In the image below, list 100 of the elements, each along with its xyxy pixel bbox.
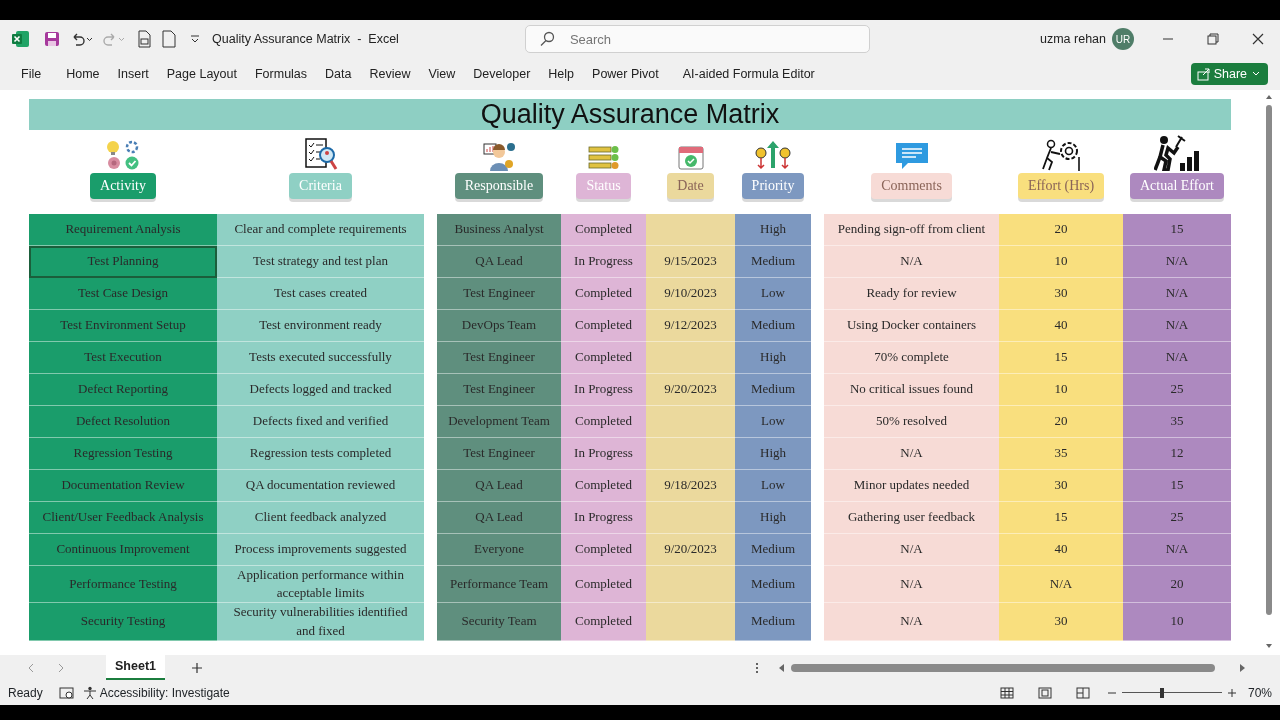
status-cell: Completed — [561, 603, 646, 641]
person-gear-icon — [1041, 139, 1081, 171]
horizontal-scrollbar[interactable] — [777, 661, 1247, 674]
ribbon-tab[interactable]: View — [419, 64, 465, 84]
effort-cell: 30 — [999, 470, 1123, 502]
window-title: Quality Assurance Matrix - Excel — [212, 30, 399, 48]
more-options-icon[interactable] — [755, 661, 759, 674]
zoom-level[interactable]: 70% — [1247, 683, 1272, 702]
criteria-cell: Test strategy and test plan — [217, 246, 424, 278]
comment-cell: N/A — [824, 566, 999, 604]
spreadsheet-app-icon[interactable] — [12, 30, 30, 48]
activity-cell[interactable]: Client/User Feedback Analysis — [29, 502, 217, 534]
idea-gears-icon — [105, 139, 141, 171]
ribbon-tab[interactable]: Review — [360, 64, 420, 84]
responsible-cell: QA Lead — [437, 502, 561, 534]
ribbon-tab[interactable]: Page Layout — [157, 64, 246, 84]
search-icon — [538, 31, 555, 47]
normal-view-icon[interactable] — [999, 686, 1014, 699]
ribbon-tab[interactable]: Help — [539, 64, 584, 84]
customize-caret-icon[interactable] — [190, 34, 200, 44]
ribbon-tab[interactable]: Power Pivot — [583, 64, 668, 84]
new-document-icon[interactable] — [162, 30, 176, 48]
date-cell: 9/12/2023 — [646, 310, 735, 342]
add-sheet-icon[interactable] — [191, 661, 203, 674]
ribbon-tab[interactable]: Developer — [464, 64, 540, 84]
print-preview-icon[interactable] — [136, 30, 152, 48]
priority-cell: Medium — [735, 603, 811, 641]
criteria-cell: Test environment ready — [217, 310, 424, 342]
activity-cell[interactable]: Test Execution — [29, 342, 217, 374]
activity-cell[interactable]: Test Environment Setup — [29, 310, 217, 342]
date-cell: 9/18/2023 — [646, 470, 735, 502]
ribbon-tab[interactable]: File — [12, 64, 58, 84]
person-chart-icon — [482, 141, 516, 171]
save-icon[interactable] — [44, 31, 60, 47]
priority-cell: Medium — [735, 374, 811, 406]
actual-effort-cell: N/A — [1123, 278, 1231, 310]
status-cell: Completed — [561, 278, 646, 310]
restore-icon[interactable] — [1207, 33, 1219, 45]
zoom-in-icon[interactable] — [1227, 688, 1236, 697]
status-cell: Completed — [561, 310, 646, 342]
page-layout-view-icon[interactable] — [1037, 686, 1052, 699]
criteria-cell: Defects fixed and verified — [217, 406, 424, 438]
activity-cell[interactable]: Performance Testing — [29, 566, 217, 604]
status-cell: Completed — [561, 566, 646, 604]
effort-cell: N/A — [999, 566, 1123, 604]
actual-effort-cell: N/A — [1123, 310, 1231, 342]
responsible-cell: DevOps Team — [437, 310, 561, 342]
responsible-cell: Business Analyst — [437, 214, 561, 246]
priority-cell: Low — [735, 406, 811, 438]
column-header: Actual Effort — [1130, 173, 1224, 199]
responsible-cell: Development Team — [437, 406, 561, 438]
status-cell: In Progress — [561, 438, 646, 470]
macro-record-icon[interactable] — [58, 685, 75, 700]
zoom-slider[interactable] — [1121, 686, 1222, 699]
activity-cell[interactable]: Test Case Design — [29, 278, 217, 310]
comment-cell: N/A — [824, 603, 999, 641]
activity-cell[interactable]: Defect Resolution — [29, 406, 217, 438]
activity-cell[interactable]: Test Planning — [29, 246, 217, 278]
ribbon-tab[interactable]: Home — [57, 64, 109, 84]
user-name: uzma rehan — [1040, 30, 1106, 48]
effort-cell: 40 — [999, 534, 1123, 566]
date-cell: 9/10/2023 — [646, 278, 735, 310]
column-header: Status — [576, 173, 631, 199]
close-icon[interactable] — [1252, 33, 1264, 45]
accessibility-button[interactable]: Accessibility: Investigate — [82, 683, 230, 702]
ribbon-tab[interactable]: Data — [316, 64, 361, 84]
worker-bars-icon — [1154, 135, 1200, 171]
activity-cell[interactable]: Continuous Improvement — [29, 534, 217, 566]
ribbon-tab[interactable]: Insert — [108, 64, 158, 84]
activity-cell[interactable]: Defect Reporting — [29, 374, 217, 406]
effort-cell: 30 — [999, 603, 1123, 641]
user-avatar[interactable]: UR — [1112, 28, 1134, 50]
status-cell: Completed — [561, 406, 646, 438]
activity-cell[interactable]: Requirement Analysis — [29, 214, 217, 246]
effort-cell: 35 — [999, 438, 1123, 470]
date-cell: 9/15/2023 — [646, 246, 735, 278]
responsible-cell: Everyone — [437, 534, 561, 566]
checklist-magnifier-icon — [303, 137, 338, 171]
calendar-check-icon — [676, 143, 705, 171]
sheet-tab[interactable]: Sheet1 — [106, 655, 165, 680]
slider-thumb[interactable] — [1159, 687, 1164, 698]
status-cell: Completed — [561, 534, 646, 566]
status-cell: In Progress — [561, 374, 646, 406]
search-field[interactable]: Search — [524, 25, 870, 53]
actual-effort-cell: 10 — [1123, 603, 1231, 641]
effort-cell: 15 — [999, 502, 1123, 534]
responsible-cell: Performance Team — [437, 566, 561, 604]
activity-cell[interactable]: Security Testing — [29, 603, 217, 641]
activity-cell[interactable]: Documentation Review — [29, 470, 217, 502]
priority-cell: Low — [735, 470, 811, 502]
actual-effort-cell: 12 — [1123, 438, 1231, 470]
status-cell: Completed — [561, 214, 646, 246]
share-button[interactable]: Share — [1190, 63, 1268, 85]
actual-effort-cell: N/A — [1123, 342, 1231, 374]
comment-cell: Gathering user feedback — [824, 502, 999, 534]
page-break-view-icon[interactable] — [1075, 686, 1090, 699]
ribbon-tab[interactable]: AI-aided Formula Editor — [673, 64, 824, 84]
criteria-cell: Regression tests completed — [217, 438, 424, 470]
activity-cell[interactable]: Regression Testing — [29, 438, 217, 470]
ribbon-tab[interactable]: Formulas — [245, 64, 317, 84]
